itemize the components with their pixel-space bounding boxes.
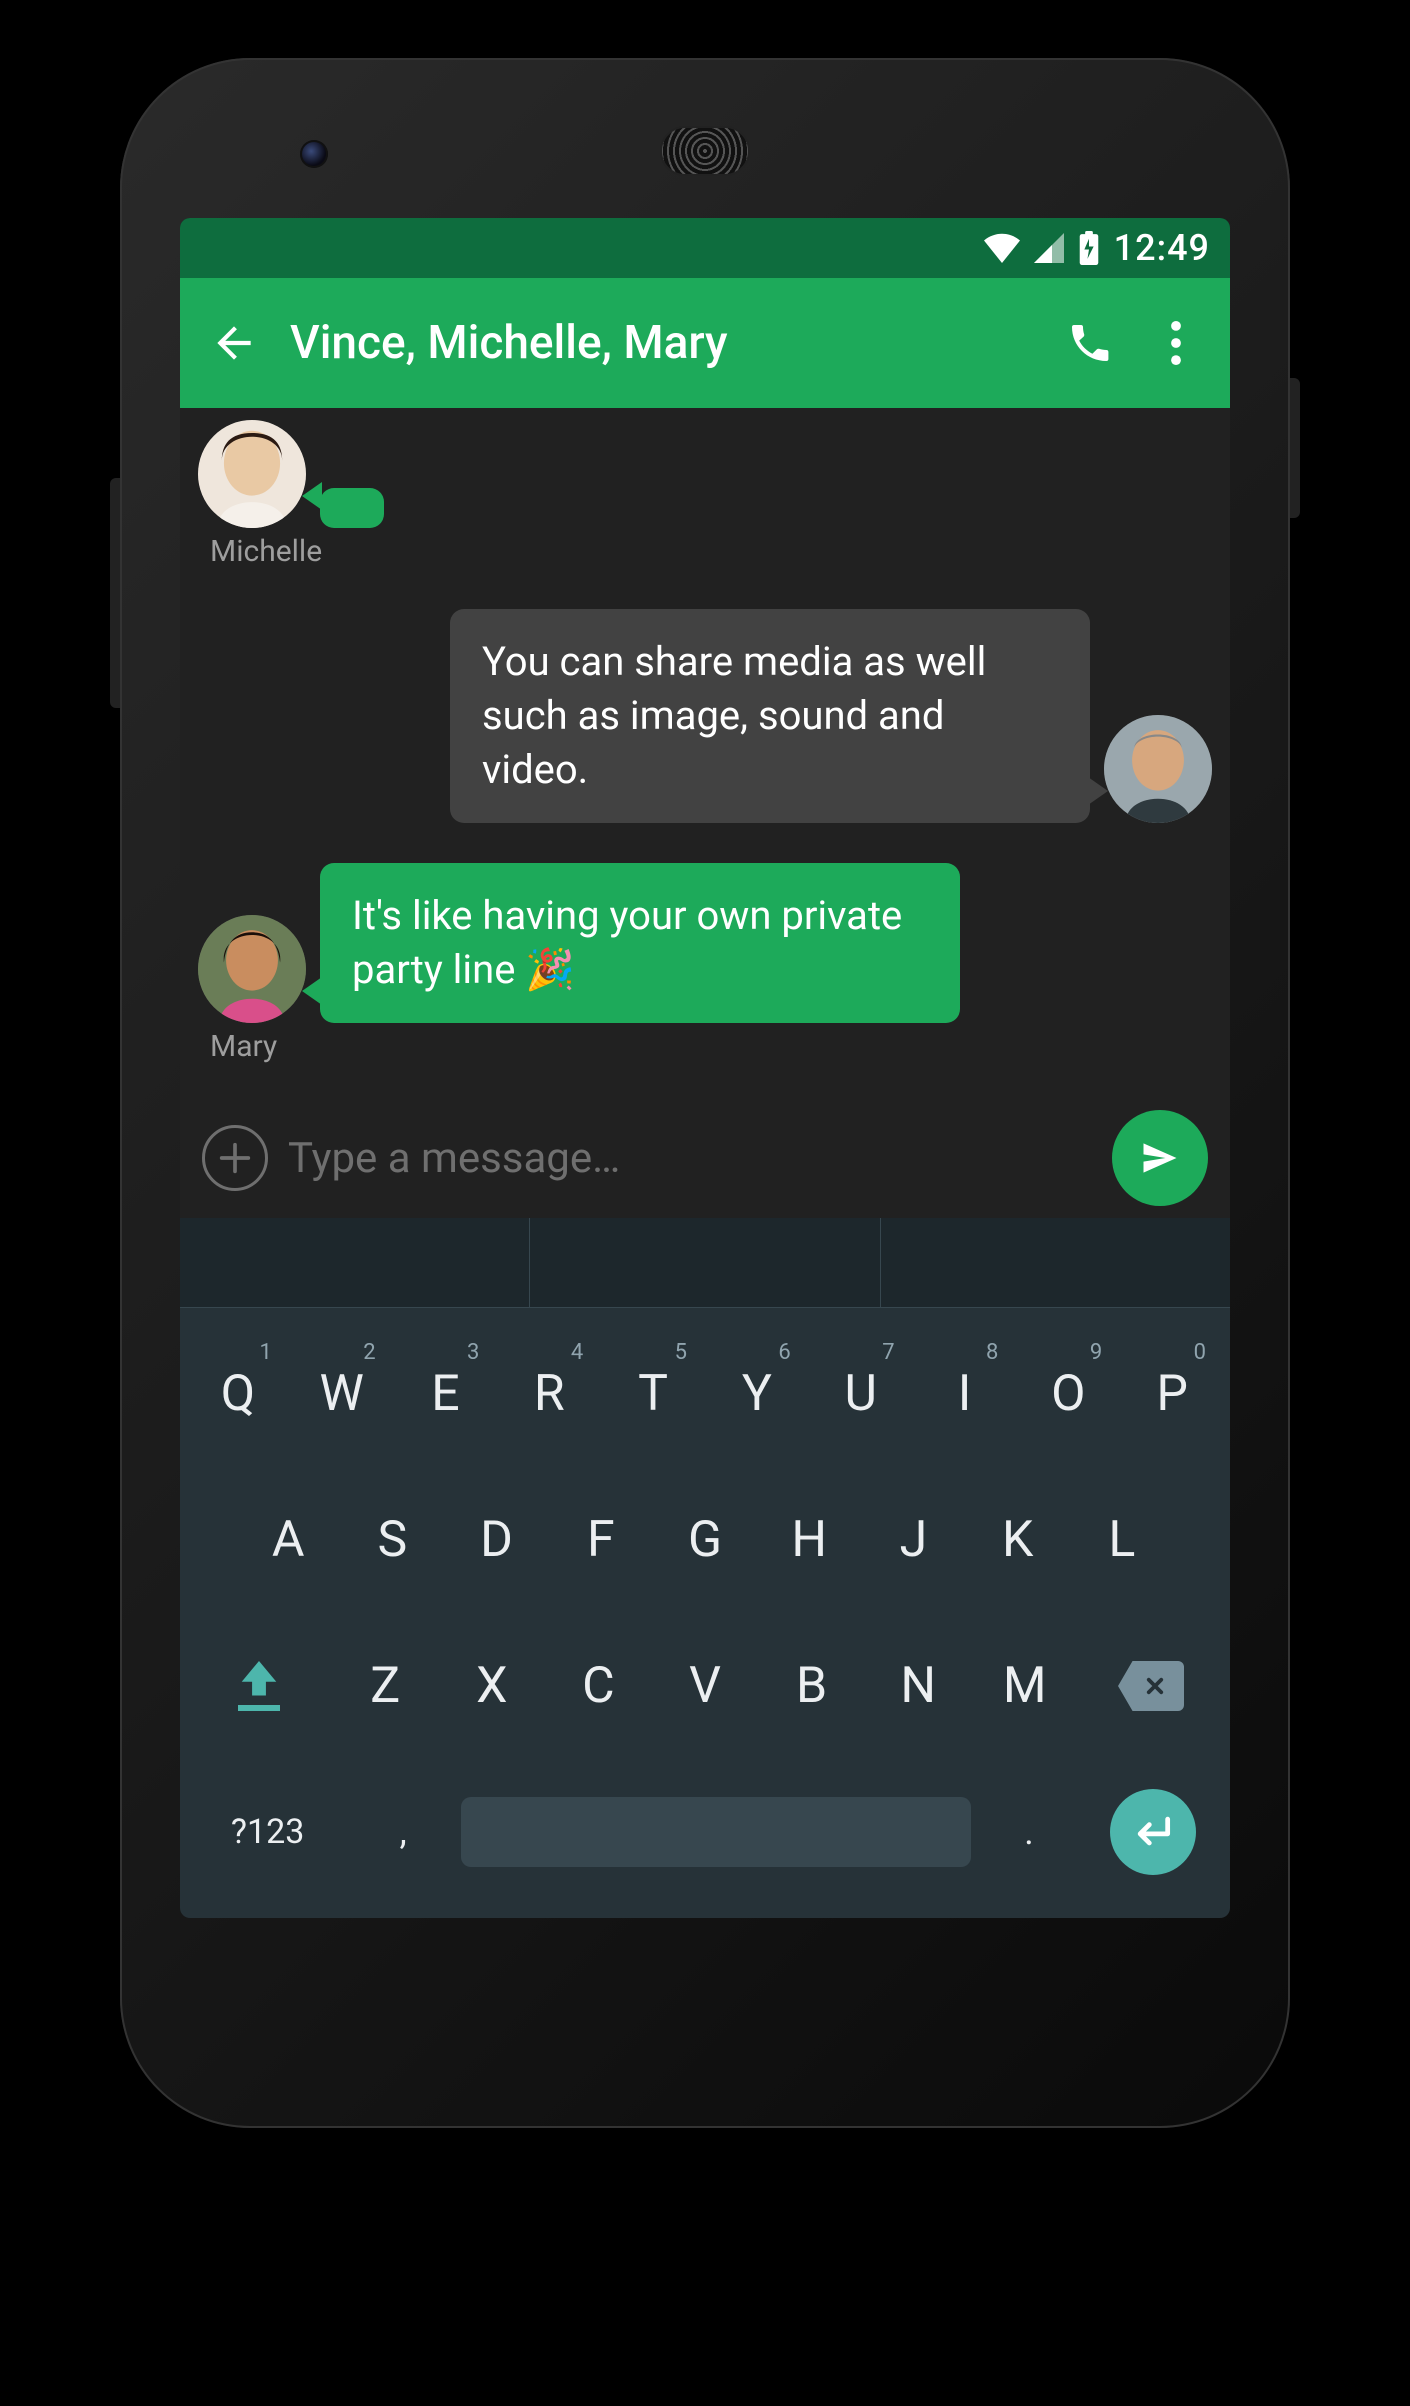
enter-icon — [1131, 1815, 1175, 1849]
send-icon — [1138, 1136, 1182, 1180]
key-p[interactable]: P0 — [1124, 1334, 1220, 1454]
key-x[interactable]: X — [443, 1626, 542, 1746]
volume-rocker — [110, 478, 120, 708]
key-n[interactable]: N — [869, 1626, 968, 1746]
key-l[interactable]: L — [1074, 1480, 1170, 1600]
key-u[interactable]: U7 — [813, 1334, 909, 1454]
key-t[interactable]: T5 — [605, 1334, 701, 1454]
key-e[interactable]: E3 — [398, 1334, 494, 1454]
front-camera — [300, 140, 328, 168]
key-j[interactable]: J — [865, 1480, 961, 1600]
backspace-key[interactable] — [1082, 1626, 1220, 1746]
send-button[interactable] — [1112, 1110, 1208, 1206]
key-v[interactable]: V — [656, 1626, 755, 1746]
period-key[interactable]: . — [979, 1772, 1079, 1892]
key-f[interactable]: F — [553, 1480, 649, 1600]
backspace-x-icon — [1140, 1671, 1170, 1701]
avatar-michelle[interactable] — [198, 420, 306, 528]
back-button[interactable] — [204, 318, 264, 368]
conversation-title[interactable]: Vince, Michelle, Mary — [290, 316, 1034, 370]
key-z[interactable]: Z — [336, 1626, 435, 1746]
sender-label: Michelle — [210, 534, 1212, 569]
sender-label: Mary — [210, 1029, 1212, 1064]
message-vince: You can share media as well such as imag… — [198, 609, 1212, 823]
soft-keyboard: Q1W2E3R4T5Y6U7I8O9P0 ASDFGHJKL ZXCVBNM — [180, 1218, 1230, 1918]
app-bar: Vince, Michelle, Mary — [180, 278, 1230, 408]
message-michelle: Michelle — [198, 420, 1212, 569]
key-s[interactable]: S — [344, 1480, 440, 1600]
plus-icon — [215, 1138, 255, 1178]
earpiece-speaker — [660, 126, 750, 176]
keyboard-row: ?123 , . — [180, 1772, 1230, 1892]
key-k[interactable]: K — [970, 1480, 1066, 1600]
key-h[interactable]: H — [761, 1480, 857, 1600]
shift-icon — [238, 1661, 280, 1699]
power-button-hw — [1290, 378, 1300, 518]
message-input[interactable]: Type a message… — [288, 1134, 1092, 1183]
message-bubble[interactable]: It's like having your own private party … — [320, 863, 960, 1023]
key-hint: 7 — [882, 1340, 894, 1365]
battery-charging-icon — [1078, 231, 1100, 265]
key-b[interactable]: B — [762, 1626, 861, 1746]
suggestion-slot[interactable] — [180, 1218, 530, 1307]
wifi-icon — [984, 233, 1020, 263]
message-mary: It's like having your own private party … — [198, 863, 1212, 1064]
attach-button[interactable] — [202, 1125, 268, 1191]
key-w[interactable]: W2 — [294, 1334, 390, 1454]
key-r[interactable]: R4 — [501, 1334, 597, 1454]
key-hint: 1 — [259, 1340, 271, 1365]
suggestion-strip[interactable] — [180, 1218, 1230, 1308]
key-hint: 9 — [1090, 1340, 1102, 1365]
enter-key[interactable] — [1087, 1772, 1220, 1892]
keyboard-row: ZXCVBNM — [180, 1626, 1230, 1746]
message-text: You can share media as well such as imag… — [482, 638, 986, 793]
call-button[interactable] — [1060, 319, 1120, 367]
avatar-mary[interactable] — [198, 915, 306, 1023]
message-list[interactable]: Michelle You can share media as well suc… — [180, 408, 1230, 1098]
symbols-key[interactable]: ?123 — [190, 1772, 345, 1892]
key-hint: 6 — [778, 1340, 790, 1365]
keyboard-row: ASDFGHJKL — [180, 1480, 1230, 1600]
suggestion-slot[interactable] — [530, 1218, 880, 1307]
comma-key[interactable]: , — [353, 1772, 453, 1892]
key-hint: 2 — [363, 1340, 375, 1365]
device-mock-frame: 12:49 Vince, Michelle, Mary — [0, 0, 1410, 2406]
message-bubble[interactable] — [320, 488, 384, 528]
space-key[interactable] — [461, 1797, 971, 1867]
key-hint: 3 — [467, 1340, 479, 1365]
more-vert-icon — [1171, 321, 1181, 365]
key-i[interactable]: I8 — [917, 1334, 1013, 1454]
message-text: It's like having your own private party … — [352, 892, 902, 993]
suggestion-slot[interactable] — [881, 1218, 1230, 1307]
key-hint: 0 — [1194, 1340, 1206, 1365]
phone-body: 12:49 Vince, Michelle, Mary — [120, 58, 1290, 2128]
message-bubble[interactable]: You can share media as well such as imag… — [450, 609, 1090, 823]
key-a[interactable]: A — [240, 1480, 336, 1600]
overflow-menu-button[interactable] — [1146, 321, 1206, 365]
key-hint: 4 — [571, 1340, 583, 1365]
compose-bar: Type a message… — [180, 1098, 1230, 1218]
key-q[interactable]: Q1 — [190, 1334, 286, 1454]
screen: 12:49 Vince, Michelle, Mary — [180, 218, 1230, 1918]
key-m[interactable]: M — [975, 1626, 1074, 1746]
key-c[interactable]: C — [549, 1626, 648, 1746]
keyboard-row: Q1W2E3R4T5Y6U7I8O9P0 — [180, 1334, 1230, 1454]
key-o[interactable]: O9 — [1020, 1334, 1116, 1454]
key-hint: 8 — [986, 1340, 998, 1365]
avatar-vince[interactable] — [1104, 715, 1212, 823]
key-y[interactable]: Y6 — [709, 1334, 805, 1454]
key-g[interactable]: G — [657, 1480, 753, 1600]
arrow-left-icon — [209, 318, 259, 368]
key-d[interactable]: D — [448, 1480, 544, 1600]
cell-signal-icon — [1034, 233, 1064, 263]
status-clock: 12:49 — [1114, 227, 1210, 269]
phone-icon — [1066, 319, 1114, 367]
shift-key[interactable] — [190, 1626, 328, 1746]
status-bar: 12:49 — [180, 218, 1230, 278]
key-hint: 5 — [675, 1340, 687, 1365]
